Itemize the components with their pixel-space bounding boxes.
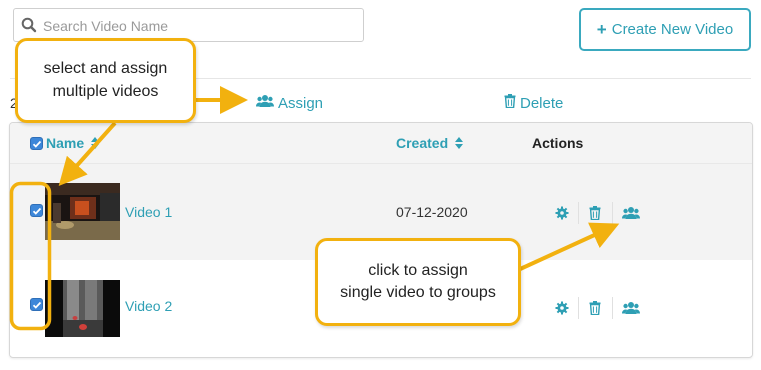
callout-text: multiple videos xyxy=(52,82,159,100)
callout-text: single video to groups xyxy=(340,284,496,301)
callout-text: click to assign xyxy=(368,261,468,279)
callout-multi-assign: select and assign multiple videos xyxy=(15,38,196,123)
callout-text: select and assign xyxy=(43,60,168,78)
callout-single-assign: click to assign single video to groups xyxy=(315,238,521,326)
